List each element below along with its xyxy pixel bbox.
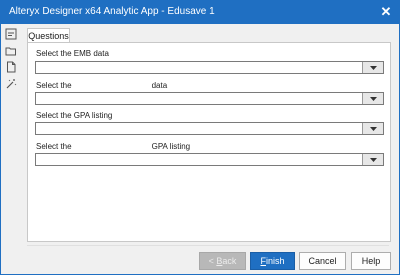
question-label-1: Select the EMB data <box>36 49 109 58</box>
close-icon: ✕ <box>380 4 392 19</box>
back-label: ack <box>222 256 237 266</box>
help-button[interactable]: Help <box>351 252 391 270</box>
analytic-app-window: Alteryx Designer x64 Analytic App - Edus… <box>0 0 400 275</box>
cancel-button[interactable]: Cancel <box>299 252 346 270</box>
chevron-down-icon <box>369 126 377 131</box>
dropdown-button[interactable] <box>362 93 383 104</box>
question-dropdown-4[interactable] <box>35 153 384 166</box>
sidebar <box>1 24 21 274</box>
question-label-4: Select the GPA listing <box>36 142 191 151</box>
back-button[interactable]: < Back <box>199 252 246 270</box>
tab-questions[interactable]: Questions <box>27 28 70 43</box>
folder-open-icon[interactable] <box>5 45 17 57</box>
close-button[interactable]: ✕ <box>377 3 395 21</box>
title-bar[interactable]: Alteryx Designer x64 Analytic App - Edus… <box>1 1 399 24</box>
dropdown-button[interactable] <box>362 154 383 165</box>
question-dropdown-2[interactable] <box>35 92 384 105</box>
question-dropdown-1[interactable] <box>35 61 384 74</box>
dropdown-button[interactable] <box>362 123 383 134</box>
window-title: Alteryx Designer x64 Analytic App - Edus… <box>9 6 215 17</box>
app-info-icon[interactable] <box>5 28 17 40</box>
magic-wand-icon[interactable] <box>5 78 17 90</box>
finish-button[interactable]: Finish <box>250 252 295 270</box>
chevron-down-icon <box>369 65 377 70</box>
file-icon[interactable] <box>5 61 17 73</box>
questions-panel: Select the EMB data Select the data Sele… <box>27 42 391 242</box>
chevron-down-icon <box>369 96 377 101</box>
question-label-2: Select the data <box>36 81 168 90</box>
finish-label: inish <box>265 256 285 266</box>
question-label-3: Select the GPA listing <box>36 111 113 120</box>
dropdown-button[interactable] <box>362 62 383 73</box>
footer-divider <box>27 245 389 246</box>
question-dropdown-3[interactable] <box>35 122 384 135</box>
chevron-down-icon <box>369 157 377 162</box>
